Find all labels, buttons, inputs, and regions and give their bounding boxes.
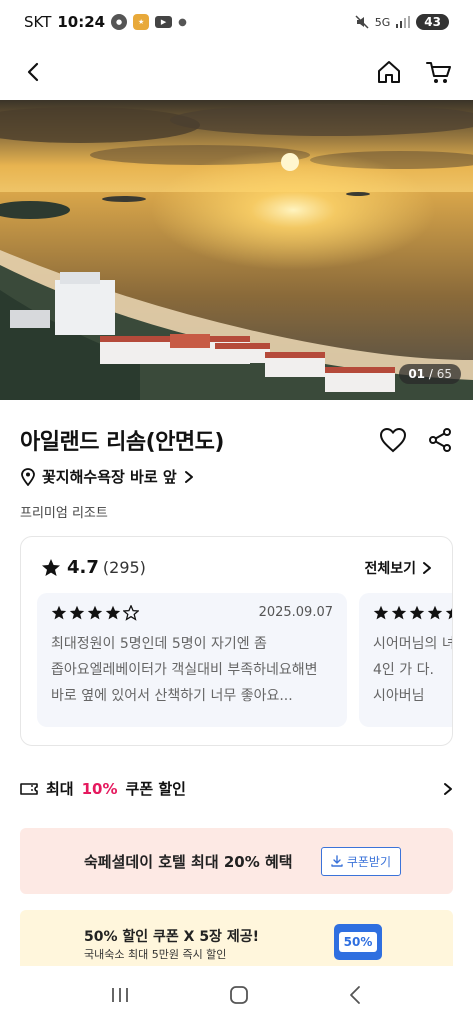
system-nav-bar	[0, 966, 473, 1024]
app-notification-icon: ★	[133, 14, 150, 30]
get-coupon-label: 쿠폰받기	[346, 854, 391, 869]
promo2-title: 50% 할인 쿠폰 X 5장 제공!	[84, 929, 259, 945]
more-notifications-icon: ●	[178, 16, 187, 28]
promo2-subtitle: 국내숙소 최대 5만원 즉시 할인	[84, 948, 227, 961]
view-all-label: 전체보기	[364, 560, 416, 577]
back-arrow-icon	[27, 62, 39, 82]
top-nav	[0, 44, 473, 100]
battery-indicator: 43	[416, 14, 449, 30]
photo-separator: /	[428, 367, 433, 381]
location-link[interactable]: 꽃지해수욕장 바로 앞	[20, 466, 195, 487]
coupon-percent: 10%	[81, 779, 118, 798]
review-item[interactable]: 2025.09.07 최대정원이 5명인데 5명이 자기엔 좀 좁아요엘레베이터…	[37, 593, 347, 727]
star-filled-icon	[69, 605, 85, 620]
review-date: 2025.09.07	[258, 605, 333, 620]
coupon-icon	[20, 782, 38, 795]
coupon-discount-row[interactable]: 최대 10% 쿠폰 할인	[20, 778, 453, 799]
review-header: 4.7 (295) 전체보기	[41, 557, 432, 578]
star-filled-icon	[409, 605, 425, 620]
photo-counter: 01 / 65	[399, 364, 461, 384]
title-row: 아일랜드 리솜(안면도)	[20, 424, 453, 456]
coupon-prefix: 최대	[46, 780, 74, 798]
coupon-suffix: 쿠폰 할인	[125, 780, 186, 798]
star-filled-icon	[87, 605, 103, 620]
review-text: 시어머님의 녀온 4인 가 다. 시아버님	[373, 636, 452, 704]
back-nav-icon[interactable]	[346, 984, 366, 1006]
heart-icon[interactable]	[379, 427, 407, 453]
home-nav-icon[interactable]	[227, 983, 251, 1007]
promo-text: 숙페셜데이 호텔 최대 20% 혜택	[84, 852, 293, 871]
hotel-detail-sheet: 아일랜드 리솜(안면도) 꽃지해수욕장 바로 앞 프리미엄 리조트 4.7 (2…	[0, 400, 473, 970]
star-filled-icon	[105, 605, 121, 620]
hotel-name: 아일랜드 리솜(안면도)	[20, 430, 224, 455]
photo-total: 65	[436, 367, 452, 381]
star-filled-icon	[51, 605, 67, 620]
cart-icon	[426, 62, 451, 83]
status-bar: SKT 10:24 ● ★ ▶ ● 5G 43	[0, 0, 473, 44]
home-icon	[378, 61, 400, 83]
coupon-badge-icon: 50%	[334, 924, 382, 960]
hotel-category: 프리미엄 리조트	[20, 506, 108, 521]
hotel-photo-gallery[interactable]: 01 / 65	[0, 100, 473, 400]
review-carousel[interactable]: 2025.09.07 최대정원이 5명인데 5명이 자기엔 좀 좁아요엘레베이터…	[37, 593, 452, 727]
review-item[interactable]: 시어머님의 녀온 4인 가 다. 시아버님	[359, 593, 452, 727]
star-empty-icon	[123, 605, 139, 621]
hotel-photo	[0, 100, 473, 400]
get-coupon-button[interactable]: 쿠폰받기	[320, 846, 401, 876]
star-filled-icon	[391, 605, 407, 620]
promo-banner-coupons[interactable]: 50% 할인 쿠폰 X 5장 제공! 국내숙소 최대 5만원 즉시 할인 50%	[20, 910, 453, 970]
location-pin-icon	[21, 467, 35, 486]
review-count: (295)	[102, 558, 146, 577]
download-icon	[331, 855, 343, 867]
rating-value: 4.7	[67, 557, 99, 578]
star-filled-icon	[373, 605, 389, 620]
home-button[interactable]	[369, 52, 409, 92]
review-summary-card: 4.7 (295) 전체보기 2025.09.07 최대정원이 5명인데 5명이…	[20, 536, 453, 746]
review-stars	[373, 605, 452, 621]
youtube-notification-icon: ▶	[155, 16, 173, 28]
star-filled-icon	[427, 605, 443, 620]
chevron-right-icon	[184, 470, 193, 483]
cart-button[interactable]	[419, 52, 459, 92]
location-label: 꽃지해수욕장 바로 앞	[42, 468, 177, 486]
share-icon[interactable]	[427, 427, 453, 453]
recent-apps-icon[interactable]	[108, 985, 132, 1005]
review-text: 최대정원이 5명인데 5명이 자기엔 좀 좁아요엘레베이터가 객실대비 부족하네…	[51, 636, 318, 704]
photo-current: 01	[408, 367, 426, 381]
chevron-right-icon	[444, 782, 452, 795]
view-all-reviews-button[interactable]: 전체보기	[364, 558, 432, 578]
network-label: 5G	[374, 15, 391, 29]
clock: 10:24	[57, 13, 106, 31]
mute-icon	[355, 15, 369, 29]
chat-notification-icon: ●	[111, 14, 128, 30]
star-icon	[42, 558, 60, 576]
carrier-label: SKT	[24, 13, 52, 31]
promo2-tag-label: 50%	[338, 932, 378, 952]
signal-icon	[396, 16, 411, 28]
chevron-right-icon	[423, 561, 431, 574]
star-filled-icon	[445, 608, 452, 620]
promo-banner[interactable]: 숙페셜데이 호텔 최대 20% 혜택 쿠폰받기	[20, 828, 453, 894]
back-button[interactable]	[14, 52, 54, 92]
